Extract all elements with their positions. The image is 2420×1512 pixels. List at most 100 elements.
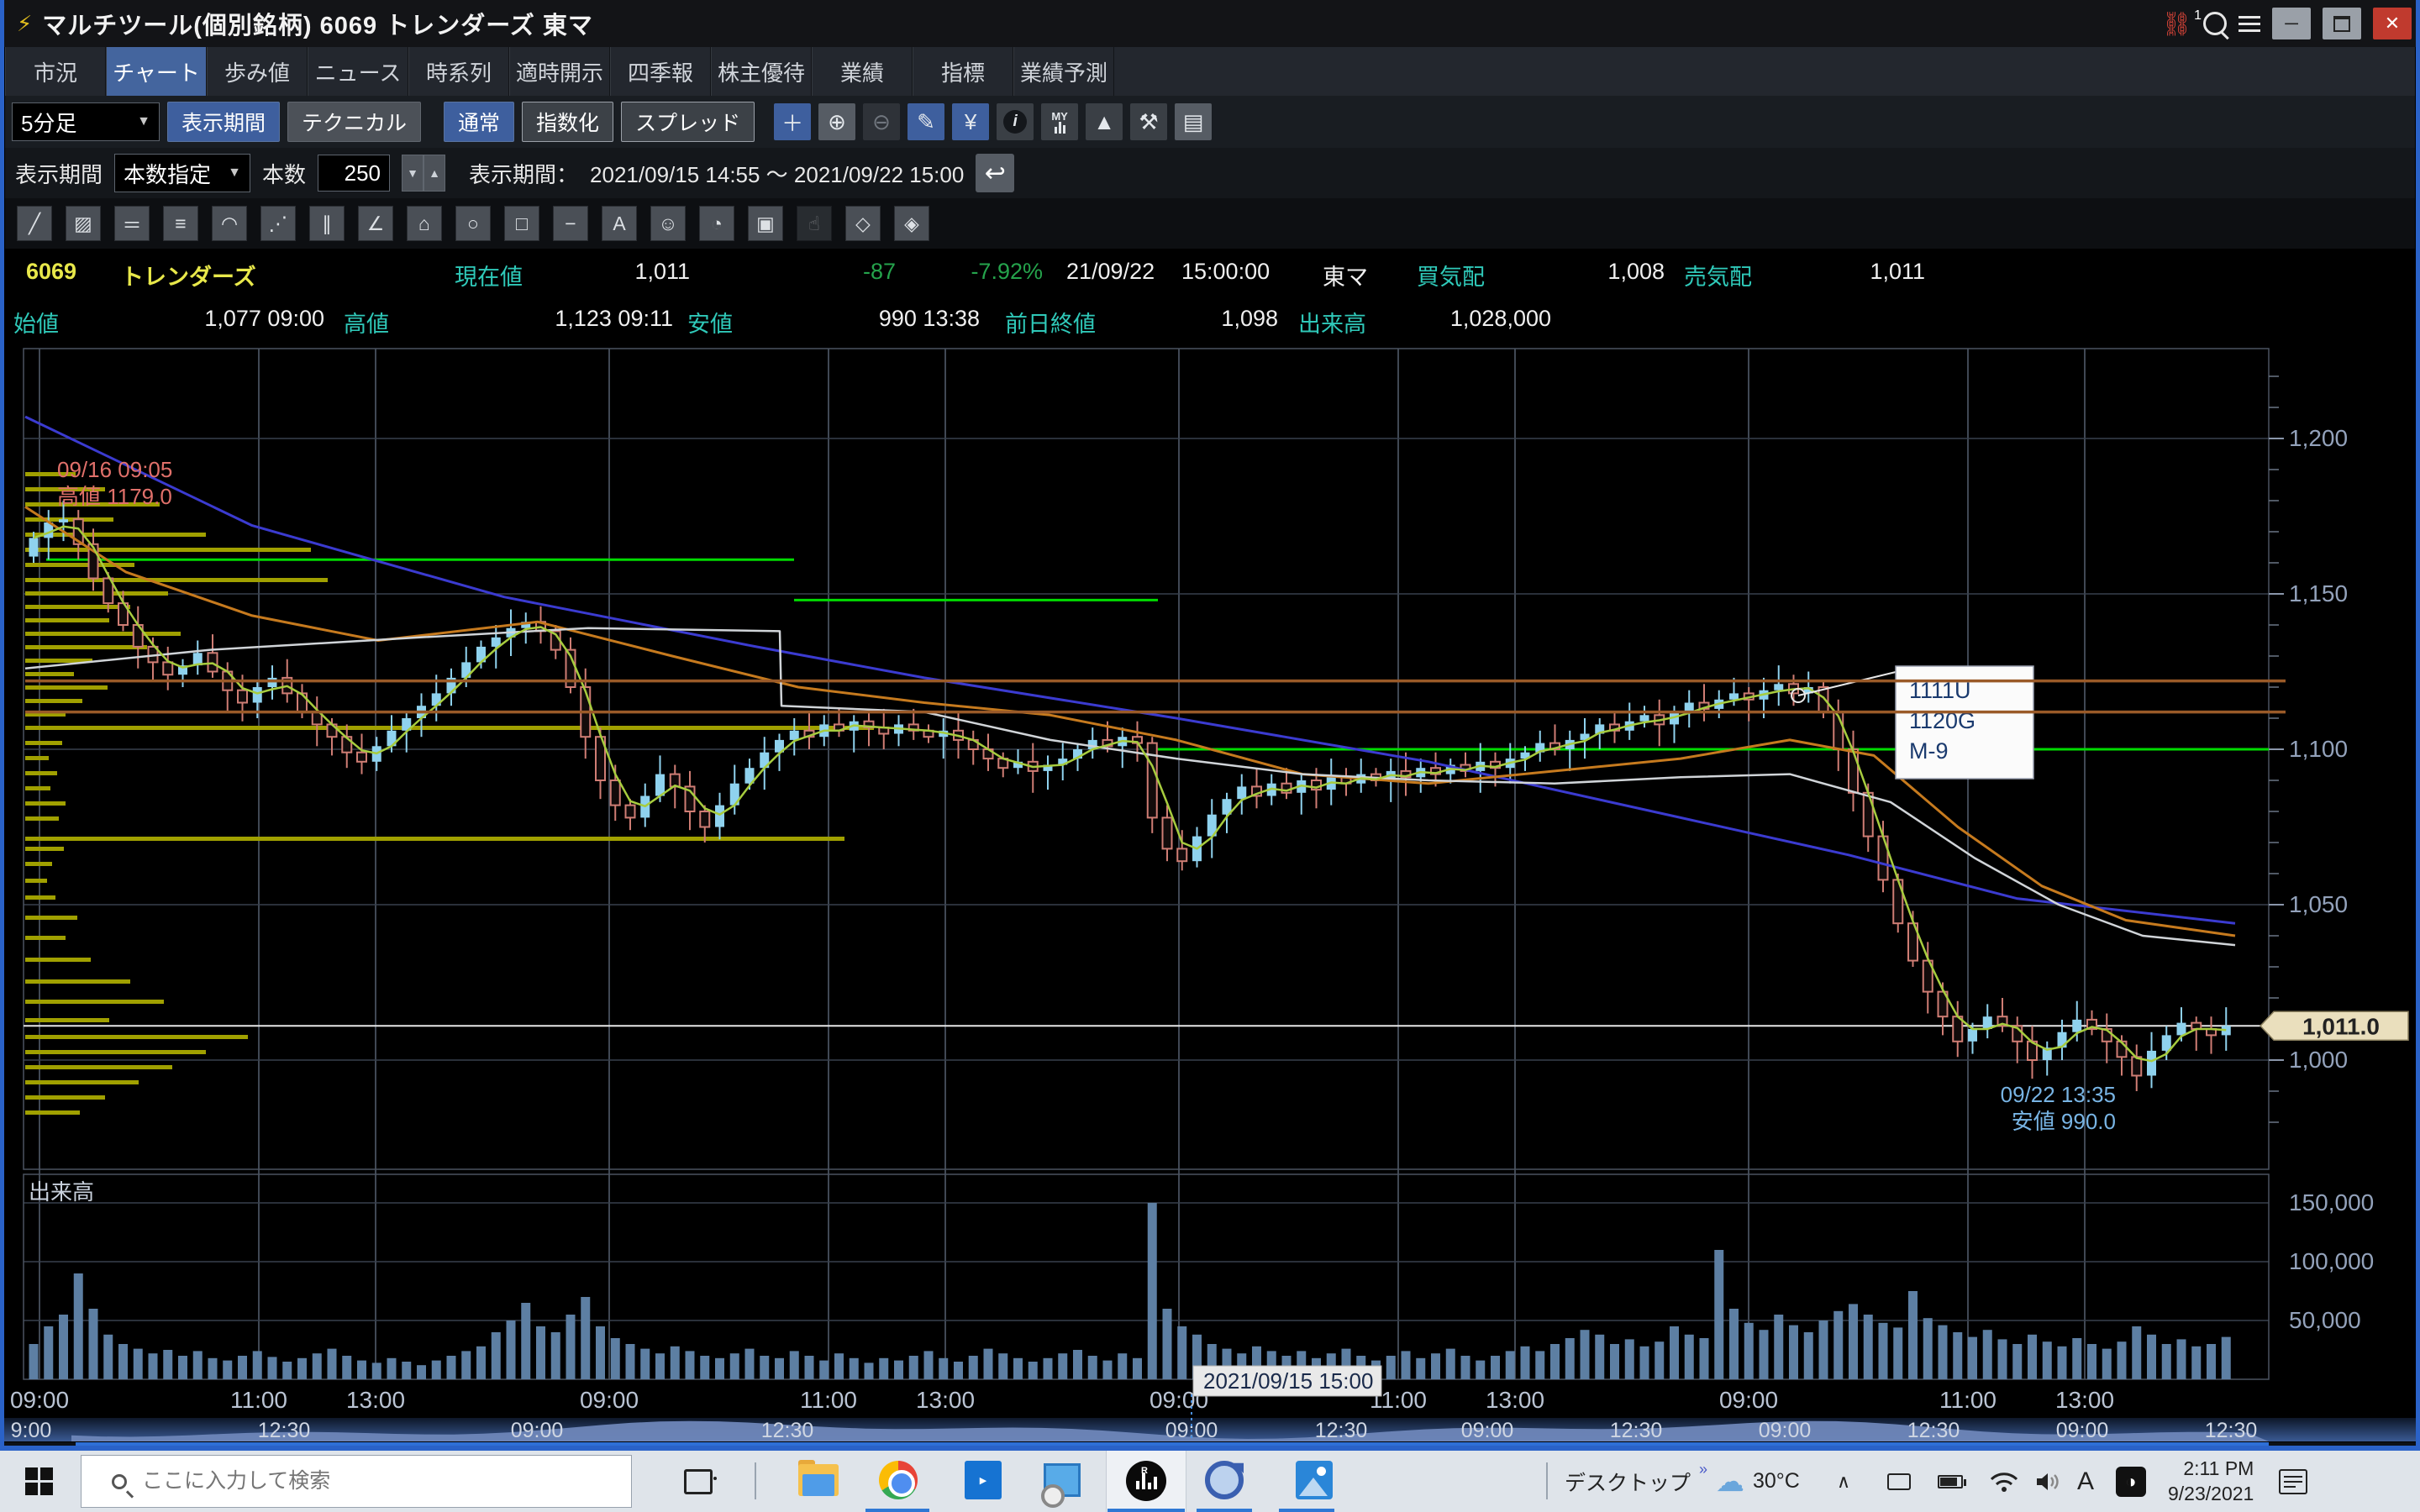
weather-cloud-icon: ☁ xyxy=(1716,1465,1744,1499)
eraser-tool[interactable]: ◇ xyxy=(845,206,881,241)
display-period-button[interactable]: 表示期間 xyxy=(167,102,280,142)
window-title: マルチツール(個別銘柄) 6069 トレンダーズ 東マ xyxy=(42,6,593,41)
ime-mode-indicator[interactable]: A xyxy=(2077,1451,2094,1512)
notification-center-icon[interactable] xyxy=(2279,1451,2307,1512)
multi-horizontal-lines-tool[interactable]: ≡ xyxy=(163,206,198,241)
minimize-button[interactable]: ─ xyxy=(2272,8,2311,39)
svg-text:1,200: 1,200 xyxy=(2289,425,2348,451)
photos-icon[interactable] xyxy=(1296,1461,1336,1501)
count-down-button[interactable]: ▼ xyxy=(402,155,424,192)
horizontal-segment-tool[interactable]: − xyxy=(553,206,588,241)
battery-icon[interactable] xyxy=(1938,1451,1963,1512)
my-chart-icon[interactable]: MY xyxy=(1041,103,1078,140)
vertical-lines-tool[interactable]: ∥ xyxy=(309,206,345,241)
search-input[interactable] xyxy=(140,1468,577,1494)
chevron-expand-icon[interactable]: » xyxy=(1699,1461,1707,1478)
settings-wrench-icon[interactable]: ⚒ xyxy=(1130,103,1167,140)
crosshair-icon[interactable]: ＋ xyxy=(774,103,811,140)
normal-mode-button[interactable]: 通常 xyxy=(444,102,514,142)
search-icon[interactable] xyxy=(2203,12,2227,35)
quote-row-primary: 6069 トレンダーズ 現在値 1,011 -87 -7.92% 21/09/2… xyxy=(5,249,2415,296)
tab-forecast[interactable]: 業績予測 xyxy=(1013,47,1114,96)
magnifier-app-icon[interactable] xyxy=(1044,1461,1084,1501)
ime-icon[interactable]: ◑ xyxy=(2116,1451,2146,1512)
stock-name: トレンダーズ xyxy=(121,259,256,291)
prev-close-label: 前日終値 xyxy=(1005,306,1096,339)
period-mode-select[interactable]: 本数指定▼ xyxy=(114,154,250,192)
menu-icon[interactable] xyxy=(2238,16,2260,32)
low-label: 安値 xyxy=(687,306,733,339)
icon-stamp-tool[interactable]: ☺ xyxy=(650,206,686,241)
taskbar-search[interactable] xyxy=(81,1455,632,1508)
count-up-button[interactable]: ▲ xyxy=(424,155,445,192)
tab-indicators[interactable]: 指標 xyxy=(913,47,1013,96)
gann-fan-tool[interactable]: ∠ xyxy=(358,206,393,241)
date-tooltip: 2021/09/15 15:00 xyxy=(1193,1366,1381,1396)
link-icon[interactable]: ⛓1 xyxy=(2161,10,2191,38)
hand-pan-tool[interactable]: ☝ xyxy=(797,206,832,241)
area-chart-icon[interactable]: ▲ xyxy=(1086,103,1123,140)
open-label: 始値 xyxy=(13,306,59,339)
yen-axis-icon[interactable]: ¥ xyxy=(952,103,989,140)
svg-text:9:00: 9:00 xyxy=(11,1419,52,1442)
wifi-icon[interactable] xyxy=(1990,1451,2018,1512)
tab-shikiho[interactable]: 四季報 xyxy=(610,47,711,96)
show-hidden-icons[interactable]: ∧ xyxy=(1837,1451,1850,1512)
info-icon[interactable]: i xyxy=(997,103,1034,140)
time-marker-tool[interactable]: ◔ xyxy=(699,206,734,241)
file-explorer-icon[interactable] xyxy=(798,1461,839,1501)
zoom-out-icon[interactable]: ⊖ xyxy=(863,103,900,140)
bar-count-input[interactable]: 250 xyxy=(318,155,390,192)
ellipse-tool[interactable]: ○ xyxy=(455,206,491,241)
close-button[interactable]: ✕ xyxy=(2373,8,2412,39)
tab-chart[interactable]: チャート xyxy=(106,47,207,96)
tab-disclosure[interactable]: 適時開示 xyxy=(509,47,610,96)
display-tray-icon[interactable] xyxy=(1887,1451,1911,1512)
fan-lines-tool[interactable]: ⋰ xyxy=(260,206,296,241)
tab-shareholder-benefit[interactable]: 株主優待 xyxy=(711,47,812,96)
chart-canvas[interactable]: 1111U1120GM-91,2001,1501,1001,0501,0001,… xyxy=(0,344,2420,1449)
volume-icon[interactable] xyxy=(2035,1451,2062,1512)
svg-text:150,000: 150,000 xyxy=(2289,1189,2374,1215)
rectangle-tool[interactable]: □ xyxy=(504,206,539,241)
sync-app-icon[interactable] xyxy=(1205,1461,1245,1501)
tab-market[interactable]: 市況 xyxy=(5,47,106,96)
spread-mode-button[interactable]: スプレッド xyxy=(621,102,755,142)
task-view-icon[interactable] xyxy=(684,1469,713,1494)
tab-news[interactable]: ニュース xyxy=(308,47,408,96)
maximize-button[interactable] xyxy=(2323,8,2361,39)
desktop-toolbar[interactable]: デスクトップ » xyxy=(1565,1451,1699,1512)
trading-app-icon[interactable]: R xyxy=(1126,1461,1166,1501)
start-button[interactable] xyxy=(25,1467,54,1496)
reset-period-icon[interactable]: ↩ xyxy=(976,154,1014,192)
tab-tick[interactable]: 歩み値 xyxy=(207,47,308,96)
two-horizontal-lines-tool[interactable]: ＝ xyxy=(114,206,150,241)
svg-text:09:00: 09:00 xyxy=(1461,1419,1514,1442)
price-label: 現在値 xyxy=(455,259,523,291)
text-tool[interactable]: A xyxy=(602,206,637,241)
eraser-all-tool[interactable]: ◈ xyxy=(894,206,929,241)
svg-text:12:30: 12:30 xyxy=(1315,1419,1368,1442)
clock[interactable]: 2:11 PM9/23/2021 xyxy=(2168,1451,2254,1512)
draw-pencil-icon[interactable]: ✎ xyxy=(908,103,944,140)
svg-text:09:00: 09:00 xyxy=(1759,1419,1812,1442)
svg-text:安値 990.0: 安値 990.0 xyxy=(2012,1109,2116,1134)
print-icon[interactable]: ▤ xyxy=(1175,103,1212,140)
trend-line-tool[interactable]: ╱ xyxy=(17,206,52,241)
pentagon-tool[interactable]: ⌂ xyxy=(407,206,442,241)
zoom-in-icon[interactable]: ⊕ xyxy=(818,103,855,140)
fibonacci-arc-tool[interactable]: ◠ xyxy=(212,206,247,241)
interval-select[interactable]: 5分足▼ xyxy=(12,102,160,141)
svg-text:13:00: 13:00 xyxy=(1486,1387,1544,1413)
technical-button[interactable]: テクニカル xyxy=(287,102,421,142)
movies-tv-icon[interactable]: ▶ xyxy=(965,1461,1005,1501)
chevron-down-icon: ▼ xyxy=(216,165,241,181)
parallel-lines-tool[interactable]: ▨ xyxy=(66,206,101,241)
tab-timeseries[interactable]: 時系列 xyxy=(408,47,509,96)
weather-widget[interactable]: ☁ 30°C xyxy=(1716,1451,1800,1512)
indexed-mode-button[interactable]: 指数化 xyxy=(522,102,613,142)
price-chart[interactable]: 1111U1120GM-91,2001,1501,1001,0501,0001,… xyxy=(0,344,2420,1449)
chrome-icon[interactable] xyxy=(879,1461,919,1501)
copy-object-tool[interactable]: ▣ xyxy=(748,206,783,241)
tab-results[interactable]: 業績 xyxy=(812,47,913,96)
